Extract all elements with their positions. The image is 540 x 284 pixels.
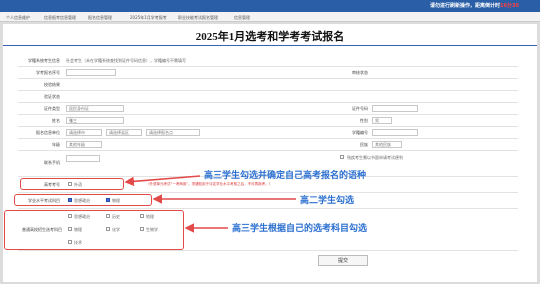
annotation-1: 高三学生勾选并确定自己高考报名的语种 bbox=[204, 171, 367, 181]
annotation-arrows bbox=[124, 175, 296, 233]
annotation-3: 高三学生根据自己的选考科目勾选 bbox=[232, 224, 368, 234]
annotation-2: 高二学生勾选 bbox=[300, 196, 355, 206]
arrow-1 bbox=[124, 175, 201, 187]
submit-button[interactable]: 提交 bbox=[318, 255, 368, 266]
